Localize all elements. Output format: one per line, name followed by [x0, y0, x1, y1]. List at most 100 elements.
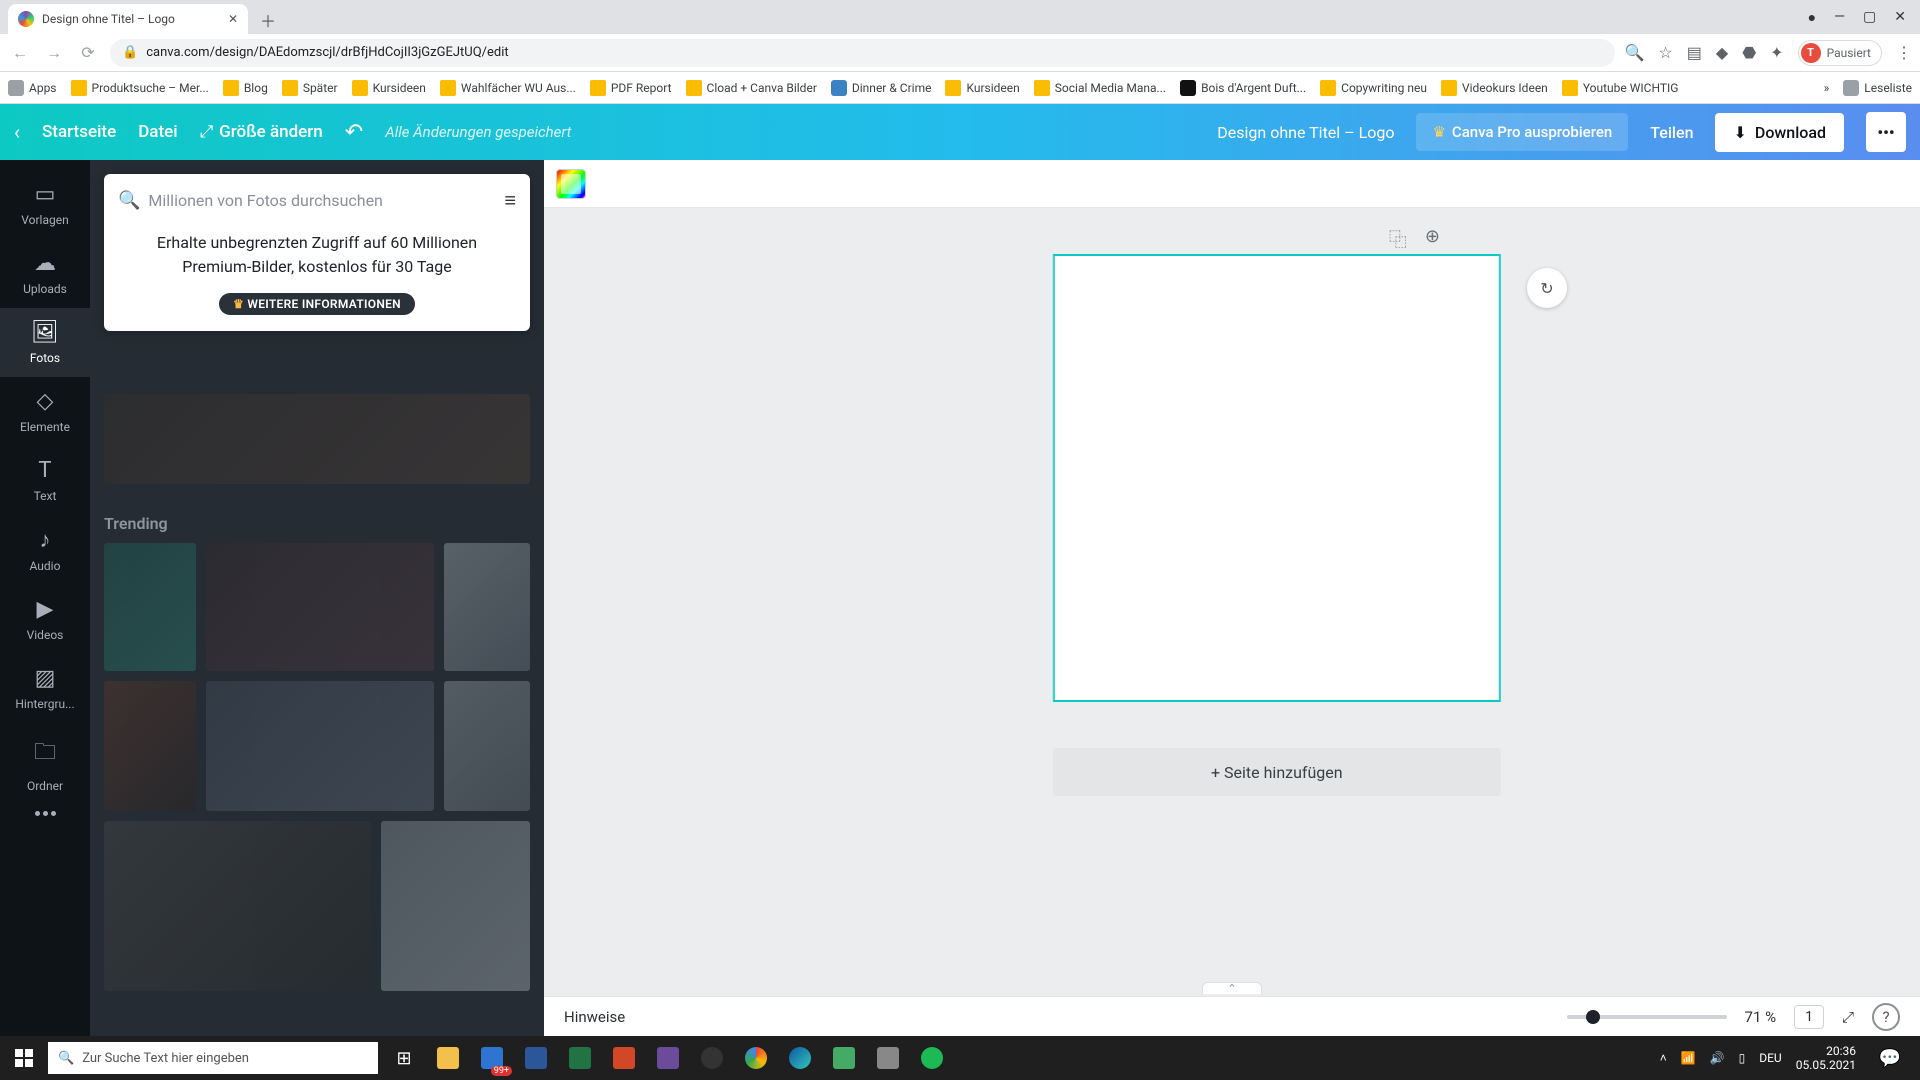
taskbar-mail[interactable] — [474, 1042, 510, 1074]
taskbar-app2[interactable] — [826, 1042, 862, 1074]
browser-tab[interactable]: Design ohne Titel – Logo ✕ — [8, 4, 248, 34]
sidenav-uploads[interactable]: ☁Uploads — [0, 239, 90, 308]
qr-icon[interactable]: ▤ — [1687, 43, 1702, 62]
page-indicator[interactable]: 1 — [1794, 1005, 1824, 1029]
bookmark-item[interactable]: PDF Report — [590, 80, 672, 96]
canvas-stage[interactable]: ⿻ ⊕ ↻ + Seite hinzufügen ⌃ — [544, 208, 1920, 996]
photo-thumb[interactable] — [104, 821, 371, 991]
new-tab-button[interactable]: ＋ — [254, 6, 282, 34]
share-button[interactable]: Teilen — [1650, 123, 1693, 142]
hints-label[interactable]: Hinweise — [564, 1008, 625, 1026]
zoom-value[interactable]: 71 % — [1745, 1008, 1777, 1026]
add-page-button[interactable]: + Seite hinzufügen — [1053, 748, 1501, 796]
fullscreen-icon[interactable]: ⤢ — [1842, 1008, 1854, 1026]
taskbar-excel[interactable] — [562, 1042, 598, 1074]
photo-thumb[interactable] — [381, 821, 530, 991]
bookmark-apps[interactable]: Apps — [8, 80, 57, 96]
taskbar-explorer[interactable] — [430, 1042, 466, 1074]
maximize-icon[interactable]: ▢ — [1863, 9, 1876, 26]
tray-volume-icon[interactable]: 🔊 — [1710, 1051, 1725, 1065]
taskbar-app3[interactable] — [870, 1042, 906, 1074]
sidenav-hintergrund[interactable]: ▨Hintergru... — [0, 654, 90, 723]
tray-chevron-icon[interactable]: ˄ — [1660, 1051, 1667, 1065]
download-button[interactable]: ⬇ Download — [1715, 113, 1844, 152]
bookmark-item[interactable]: Produktsuche – Mer... — [71, 80, 209, 96]
taskbar-word[interactable] — [518, 1042, 554, 1074]
bookmarks-overflow-icon[interactable]: » — [1824, 81, 1830, 95]
taskbar-powerpoint[interactable] — [606, 1042, 642, 1074]
account-dot-icon[interactable]: ● — [1808, 9, 1816, 26]
ext1-icon[interactable]: ◆ — [1716, 43, 1728, 62]
help-icon[interactable]: ? — [1872, 1003, 1900, 1031]
sidenav-text[interactable]: TText — [0, 446, 90, 515]
regenerate-button[interactable]: ↻ — [1527, 268, 1567, 308]
sidenav-elemente[interactable]: ◇Elemente — [0, 377, 90, 446]
bookmark-item[interactable]: Youtube WICHTIG — [1562, 80, 1679, 96]
taskbar-obs[interactable] — [694, 1042, 730, 1074]
photo-thumb[interactable] — [206, 681, 434, 811]
taskview-icon[interactable]: ⊞ — [386, 1042, 422, 1074]
undo-icon[interactable]: ↶ — [345, 120, 363, 145]
bookmark-item[interactable]: Wahlfächer WU Aus... — [440, 80, 576, 96]
design-title[interactable]: Design ohne Titel – Logo — [1217, 123, 1394, 142]
bookmark-item[interactable]: Social Media Mana... — [1034, 80, 1166, 96]
photo-search-input[interactable] — [148, 191, 496, 210]
zoom-lens-icon[interactable]: 🔍 — [1625, 43, 1645, 62]
bookmark-item[interactable]: Kursideen — [945, 80, 1019, 96]
tray-clock[interactable]: 20:36 05.05.2021 — [1796, 1044, 1856, 1073]
duplicate-page-icon[interactable]: ⿻ — [1389, 226, 1407, 252]
menu-resize[interactable]: ⤢ Größe ändern — [200, 122, 323, 142]
tray-notifications-icon[interactable]: 💬 — [1870, 1036, 1910, 1080]
extensions-icon[interactable]: ✦ — [1770, 43, 1783, 62]
taskbar-chrome[interactable] — [738, 1042, 774, 1074]
bookmark-item[interactable]: Videokurs Ideen — [1441, 80, 1548, 96]
sidenav-videos[interactable]: ▶Videos — [0, 585, 90, 654]
forward-icon[interactable]: → — [42, 43, 66, 63]
bookmark-item[interactable]: Copywriting neu — [1320, 80, 1427, 96]
bookmark-item[interactable]: Blog — [223, 80, 268, 96]
bookmark-item[interactable]: Bois d'Argent Duft... — [1180, 80, 1306, 96]
photo-thumb[interactable] — [104, 681, 196, 811]
taskbar-search[interactable]: 🔍 Zur Suche Text hier eingeben — [48, 1042, 378, 1074]
filter-icon[interactable]: ≡ — [504, 188, 516, 213]
tray-lang[interactable]: DEU — [1759, 1051, 1781, 1065]
add-page-icon[interactable]: ⊕ — [1425, 226, 1440, 252]
back-icon[interactable]: ← — [8, 43, 32, 63]
bookmark-item[interactable]: Dinner & Crime — [831, 80, 932, 96]
sidenav-more[interactable] — [35, 811, 56, 816]
try-pro-button[interactable]: ♛ Canva Pro ausprobieren — [1416, 113, 1628, 151]
star-icon[interactable]: ☆ — [1658, 43, 1672, 62]
sidenav-vorlagen[interactable]: ▭Vorlagen — [0, 170, 90, 239]
taskbar-edge[interactable] — [782, 1042, 818, 1074]
photo-thumb[interactable] — [444, 543, 530, 671]
bookmark-item[interactable]: Cload + Canva Bilder — [686, 80, 817, 96]
reading-list[interactable]: Leseliste — [1843, 80, 1912, 96]
ext2-icon[interactable]: ⬣ — [1742, 43, 1756, 62]
promo-cta-button[interactable]: ♛ WEITERE INFORMATIONEN — [219, 293, 415, 315]
photo-thumb[interactable] — [104, 394, 530, 484]
menu-home[interactable]: Startseite — [42, 122, 116, 142]
tray-battery-icon[interactable]: ▯ — [1739, 1051, 1746, 1065]
design-page[interactable] — [1053, 254, 1501, 702]
sidenav-audio[interactable]: ♪Audio — [0, 515, 90, 585]
back-chevron-icon[interactable]: ‹ — [14, 120, 20, 144]
menu-file[interactable]: Datei — [138, 122, 177, 142]
start-button[interactable] — [0, 1036, 48, 1080]
photo-thumb[interactable] — [444, 681, 530, 811]
close-window-icon[interactable]: ✕ — [1894, 9, 1906, 26]
profile-chip[interactable]: T Pausiert — [1798, 40, 1882, 66]
sidenav-ordner[interactable]: 🗀Ordner — [0, 723, 90, 805]
zoom-slider[interactable] — [1567, 1015, 1727, 1019]
minimize-icon[interactable]: — — [1834, 9, 1845, 26]
tray-wifi-icon[interactable]: 📶 — [1681, 1051, 1696, 1065]
address-bar[interactable]: 🔒 canva.com/design/DAEdomzscjl/drBfjHdCo… — [110, 39, 1615, 67]
taskbar-app[interactable] — [650, 1042, 686, 1074]
sidenav-fotos[interactable]: 🖼Fotos — [0, 308, 90, 377]
bookmark-item[interactable]: Kursideen — [352, 80, 426, 96]
photo-thumb[interactable] — [104, 543, 196, 671]
reload-icon[interactable]: ⟳ — [76, 43, 100, 62]
photo-thumb[interactable] — [206, 543, 434, 671]
kebab-icon[interactable]: ⋮ — [1896, 43, 1912, 62]
color-swatch[interactable] — [556, 169, 586, 199]
zoom-knob[interactable] — [1586, 1010, 1600, 1024]
